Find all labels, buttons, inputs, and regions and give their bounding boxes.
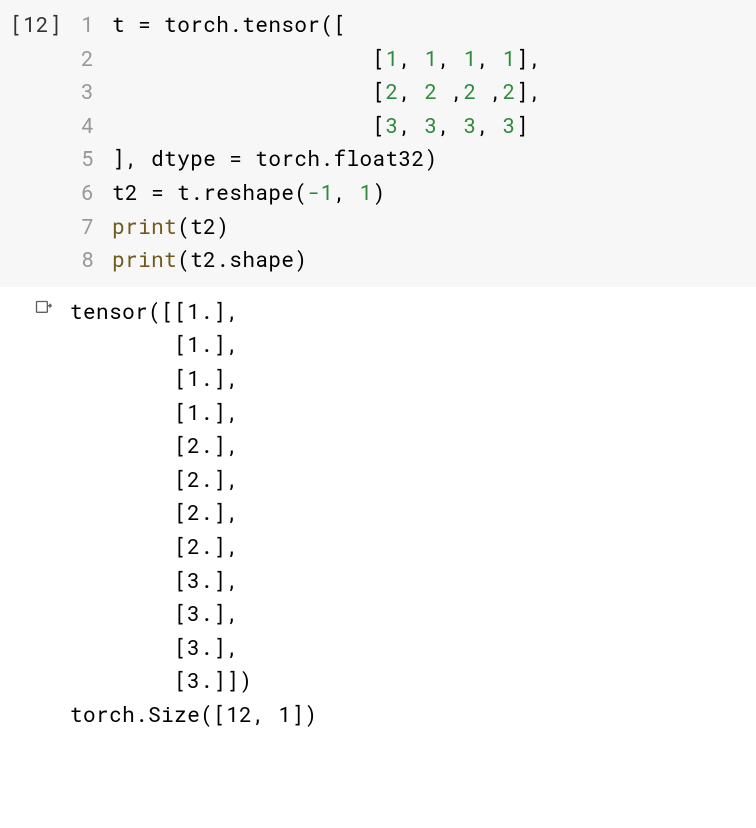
line-number: 5 (68, 142, 112, 176)
code-row[interactable]: 2 [1, 1, 1, 1], (68, 42, 542, 76)
code-line[interactable]: t = torch.tensor([ (112, 8, 346, 42)
output-icon[interactable] (10, 295, 70, 319)
line-number: 2 (68, 42, 112, 76)
code-line[interactable]: print(t2) (112, 210, 229, 244)
code-row[interactable]: 1t = torch.tensor([ (68, 8, 542, 42)
line-number: 8 (68, 243, 112, 277)
code-cell: [12] 1t = torch.tensor([2 [1, 1, 1, 1],3… (0, 0, 756, 287)
line-number: 6 (68, 176, 112, 210)
code-row[interactable]: 3 [2, 2 ,2 ,2], (68, 75, 542, 109)
code-row[interactable]: 8print(t2.shape) (68, 243, 542, 277)
code-row[interactable]: 4 [3, 3, 3, 3] (68, 109, 542, 143)
output-text: tensor([[1.], [1.], [1.], [1.], [2.], [2… (70, 295, 317, 732)
code-line[interactable]: t2 = t.reshape(-1, 1) (112, 176, 386, 210)
line-number: 4 (68, 109, 112, 143)
cell-prompt: [12] (10, 8, 68, 42)
line-number: 1 (68, 8, 112, 42)
code-row[interactable]: 6t2 = t.reshape(-1, 1) (68, 176, 542, 210)
line-number: 7 (68, 210, 112, 244)
code-line[interactable]: [3, 3, 3, 3] (112, 109, 529, 143)
code-row[interactable]: 5], dtype = torch.float32) (68, 142, 542, 176)
code-line[interactable]: [2, 2 ,2 ,2], (112, 75, 542, 109)
code-area[interactable]: 1t = torch.tensor([2 [1, 1, 1, 1],3 [2, … (68, 8, 542, 277)
code-line[interactable]: [1, 1, 1, 1], (112, 42, 542, 76)
code-line[interactable]: print(t2.shape) (112, 243, 307, 277)
code-line[interactable]: ], dtype = torch.float32) (112, 142, 438, 176)
output-cell: tensor([[1.], [1.], [1.], [1.], [2.], [2… (0, 287, 756, 732)
line-number: 3 (68, 75, 112, 109)
code-row[interactable]: 7print(t2) (68, 210, 542, 244)
